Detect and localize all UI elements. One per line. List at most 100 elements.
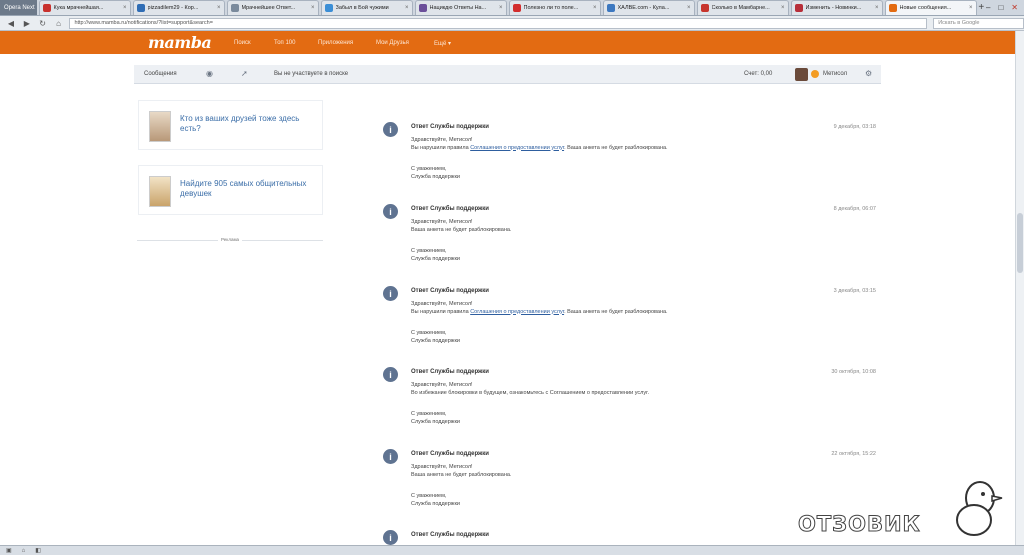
browser-tab[interactable]: pizzadilem29 - Кор... × [132, 0, 225, 15]
search-input[interactable]: Искать в Google [933, 17, 1024, 29]
browser-tab[interactable]: ХАЛВЕ.com - Кула... × [602, 0, 695, 15]
promo-text[interactable]: Найдите 905 самых общительных девушек [180, 179, 310, 199]
nav-more[interactable]: Ещё ▾ [434, 40, 451, 47]
message-date: 8 декабря, 06:07 [833, 206, 876, 212]
message-greeting: Здравствуйте, Метисол! [411, 301, 473, 307]
back-icon[interactable]: ◀ [6, 19, 16, 28]
nav-apps[interactable]: Приложения [318, 40, 353, 46]
signature-team: Служба поддержки [411, 338, 460, 344]
browser-tab[interactable]: Новые сообщения... × [884, 0, 977, 15]
browser-tab[interactable]: Забыл в Бой чужими × [320, 0, 413, 15]
tab-close-icon[interactable]: × [781, 5, 785, 11]
signature-team: Служба поддержки [411, 419, 460, 425]
browser-tab[interactable]: Нацикдю Ответы На... × [414, 0, 507, 15]
url-input[interactable]: http://www.mamba.ru/notifications/?list=… [69, 17, 928, 29]
tab-title: Кука мрачнейшая... [53, 5, 104, 11]
favicon-icon [136, 4, 145, 12]
eye-icon[interactable]: ◉ [206, 69, 213, 78]
address-bar: ◀ ▶ ↻ ⌂ http://www.mamba.ru/notification… [0, 16, 1024, 31]
forward-icon[interactable]: ▶ [22, 19, 32, 28]
speed-dial-icon[interactable]: ◧ [35, 547, 41, 554]
tab-close-icon[interactable]: × [217, 5, 221, 11]
tab-close-icon[interactable]: × [405, 5, 409, 11]
agreement-link[interactable]: Соглашения о предоставлении услуг [470, 309, 564, 315]
rocket-icon[interactable]: ➚ [241, 69, 248, 78]
tab-close-icon[interactable]: × [969, 5, 973, 11]
panel-toggle-icon[interactable]: ▣ [6, 547, 12, 554]
browser-menu-button[interactable]: Opera Next [0, 0, 37, 15]
maximize-icon[interactable]: □ [998, 3, 1003, 12]
message-line: Вы нарушили правила Соглашения о предост… [411, 145, 851, 153]
signature-team: Служба поддержки [411, 256, 460, 262]
message-sender[interactable]: Ответ Службы поддержки [411, 532, 489, 538]
message-sender[interactable]: Ответ Службы поддержки [411, 206, 489, 212]
message-sender[interactable]: Ответ Службы поддержки [411, 124, 489, 130]
message-body: Здравствуйте, Метисол! Ваша анкета не буд… [411, 219, 851, 234]
message-date: 3 декабря, 03:15 [833, 288, 876, 294]
promo-photo [149, 176, 171, 207]
close-icon[interactable]: ✕ [1011, 3, 1018, 12]
tab-title: Нацикдю Ответы На... [429, 5, 487, 11]
tab-close-icon[interactable]: × [687, 5, 691, 11]
tab-title: Новые сообщения... [899, 5, 952, 11]
tab-close-icon[interactable]: × [123, 5, 127, 11]
scrollbar-thumb[interactable] [1017, 213, 1023, 273]
girls-promo-card[interactable]: Найдите 905 самых общительных девушек [138, 165, 323, 215]
browser-tab[interactable]: Мрачнейшее Ответ... × [226, 0, 319, 15]
site-logo[interactable]: mamba [148, 33, 212, 52]
favicon-icon [230, 4, 239, 12]
message-text-end: . Ваша анкета не будет разблокирована. [564, 144, 668, 151]
minimize-icon[interactable]: – [986, 3, 990, 12]
message-line: Ваша анкета не будет разблокирована. [411, 472, 851, 480]
message-body: Здравствуйте, Метисол! Во избежание блоки… [411, 382, 851, 397]
tab-close-icon[interactable]: × [875, 5, 879, 11]
page-scrollbar[interactable] [1015, 31, 1024, 546]
home-icon[interactable]: ⌂ [54, 19, 64, 28]
new-tab-button[interactable]: + [977, 0, 986, 15]
tab-title: pizzadilem29 - Кор... [147, 5, 199, 11]
browser-tab[interactable]: Сколько в Мамбарне... × [696, 0, 789, 15]
nav-top100[interactable]: Топ 100 [274, 40, 295, 46]
tab-close-icon[interactable]: × [593, 5, 597, 11]
ad-label: Реклама [218, 237, 243, 242]
search-status-text: Вы не участвуете в поиске [274, 71, 349, 77]
message-body: Здравствуйте, Метисол! Вы нарушили правил… [411, 137, 851, 152]
home-icon[interactable]: ⌂ [22, 548, 26, 554]
nav-friends[interactable]: Мои Друзья [376, 40, 409, 46]
message-text: Во избежание блокировки в будущем, ознак… [411, 389, 649, 396]
nav-search[interactable]: Поиск [234, 40, 251, 46]
agreement-link[interactable]: Соглашения о предоставлении услуг [470, 145, 564, 151]
message-sender[interactable]: Ответ Службы поддержки [411, 288, 489, 294]
tab-strip: Кука мрачнейшая... × pizzadilem29 - Кор...… [37, 0, 977, 15]
browser-status-bar: ▣ ⌂ ◧ [0, 545, 1024, 555]
message-sender[interactable]: Ответ Службы поддержки [411, 369, 489, 375]
message-greeting: Здравствуйте, Метисол! [411, 382, 473, 388]
browser-tab[interactable]: Полезно ли то поле... × [508, 0, 601, 15]
message-body: Здравствуйте, Метисол! Ваша анкета не буд… [411, 464, 851, 479]
message-text: Ваша анкета не будет разблокирована. [411, 471, 512, 478]
browser-tab[interactable]: Кука мрачнейшая... × [38, 0, 131, 15]
avatar[interactable] [795, 68, 808, 81]
message-date: 30 октября, 10:08 [831, 369, 876, 375]
browser-tab[interactable]: Изменить - Новинки... × [790, 0, 883, 15]
messages-link[interactable]: Сообщения [144, 71, 177, 77]
favicon-icon [324, 4, 333, 12]
signature-line: С уважением, [411, 248, 447, 254]
username[interactable]: Метисол [823, 71, 847, 77]
promo-text[interactable]: Кто из ваших друзей тоже здесь есть? [180, 114, 310, 134]
friends-promo-card[interactable]: Кто из ваших друзей тоже здесь есть? [138, 100, 323, 150]
message-line: Во избежание блокировки в будущем, ознак… [411, 390, 851, 398]
window-controls: – □ ✕ [986, 0, 1024, 15]
message-sender[interactable]: Ответ Службы поддержки [411, 451, 489, 457]
reload-icon[interactable]: ↻ [38, 19, 48, 28]
tab-close-icon[interactable]: × [311, 5, 315, 11]
tab-close-icon[interactable]: × [499, 5, 503, 11]
balance-text[interactable]: Счет: 0,00 [744, 71, 772, 77]
tab-title: Полезно ли то поле... [523, 5, 579, 11]
support-avatar-icon: i [383, 530, 398, 545]
favicon-icon [418, 4, 427, 12]
signature-team: Служба поддержки [411, 501, 460, 507]
favicon-icon [700, 4, 709, 12]
settings-gear-icon[interactable]: ⚙ [865, 69, 872, 78]
signature-line: С уважением, [411, 411, 447, 417]
